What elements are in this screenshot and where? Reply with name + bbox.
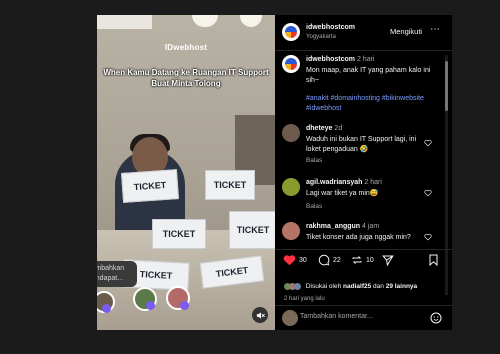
caption-time: 2 hari bbox=[356, 56, 375, 63]
comment-author[interactable]: agil.wadriansyah bbox=[306, 179, 362, 186]
caption-hashtags[interactable]: #anakit #domainhosting #bikinwebsite #id… bbox=[306, 94, 436, 113]
speaker-muted-icon bbox=[256, 311, 265, 319]
like-comment-icon[interactable] bbox=[424, 139, 432, 147]
reply-button[interactable]: Balas bbox=[306, 157, 322, 164]
comment-text: Tiket konser ada juga nggak min? bbox=[306, 234, 411, 241]
air-conditioner bbox=[97, 15, 152, 29]
comment-bubble-icon bbox=[318, 254, 330, 266]
add-opinion-tooltip: Tambahkan pendapat... bbox=[97, 261, 137, 287]
reaction-badge bbox=[180, 301, 189, 310]
comment-author[interactable]: rakhma_anggun bbox=[306, 223, 360, 230]
mute-button[interactable] bbox=[252, 307, 268, 323]
save-button[interactable] bbox=[428, 254, 439, 266]
like-comment-icon[interactable] bbox=[424, 189, 432, 197]
reaction-badge bbox=[146, 301, 155, 310]
post-location[interactable]: Yogyakarta bbox=[306, 34, 336, 40]
commenter-avatar[interactable] bbox=[282, 178, 300, 196]
comment-time: 2d bbox=[334, 125, 343, 132]
comment-text: Lagi war tiket ya min😅 bbox=[306, 190, 379, 197]
comment-count: 22 bbox=[333, 256, 341, 264]
reply-button[interactable]: Balas bbox=[306, 203, 322, 210]
ticket-card: TICKET bbox=[229, 211, 275, 249]
brand-logo-icon bbox=[285, 26, 297, 38]
repost-icon bbox=[352, 256, 362, 264]
post-modal: TICKET TICKET TICKET TICKET TICKET TICKE… bbox=[97, 15, 452, 330]
liked-by-joiner: dan bbox=[373, 283, 384, 291]
account-avatar[interactable] bbox=[282, 23, 300, 41]
post-video[interactable]: TICKET TICKET TICKET TICKET TICKET TICKE… bbox=[97, 15, 275, 330]
liked-by-others[interactable]: 29 lainnya bbox=[386, 283, 417, 290]
comment-header: dheteye 2d bbox=[306, 125, 342, 132]
like-count: 30 bbox=[299, 256, 307, 264]
reaction-badge bbox=[102, 304, 111, 313]
video-caption: When Kamu Datang ke Ruangan IT Support B… bbox=[103, 68, 269, 88]
brand-logo-icon bbox=[285, 58, 297, 70]
comment-button[interactable]: 22 bbox=[318, 254, 341, 266]
comment-header: rakhma_anggun 4 jam bbox=[306, 223, 379, 230]
post-sidebar: idwebhostcom Yogyakarta Mengikuti ⋯ idwe… bbox=[275, 15, 452, 330]
commenter-avatar[interactable] bbox=[282, 124, 300, 142]
commenter-avatar[interactable] bbox=[282, 222, 300, 240]
comment-header: agil.wadriansyah 2 hari bbox=[306, 179, 382, 186]
repost-button[interactable]: 10 bbox=[351, 254, 374, 266]
caption-author-name[interactable]: idwebhostcom bbox=[306, 56, 355, 63]
current-user-avatar bbox=[282, 310, 298, 326]
more-options-button[interactable]: ⋯ bbox=[430, 24, 440, 35]
post-header: idwebhostcom Yogyakarta Mengikuti ⋯ bbox=[275, 15, 452, 51]
repost-count: 10 bbox=[366, 256, 374, 264]
send-icon bbox=[382, 255, 394, 266]
heart-filled-icon bbox=[283, 255, 296, 266]
comment-input[interactable]: Tambahkan komentar... bbox=[300, 313, 373, 320]
comment-time: 2 hari bbox=[364, 179, 382, 186]
post-date[interactable]: 2 hari yang lalu bbox=[284, 296, 325, 302]
like-comment-icon[interactable] bbox=[424, 233, 432, 241]
bookmark-icon bbox=[429, 254, 438, 266]
ticket-card: TICKET bbox=[152, 219, 206, 249]
video-watermark-logo: IDwebhost bbox=[164, 43, 208, 52]
liker-avatar bbox=[294, 283, 301, 290]
ticket-card: TICKET bbox=[121, 169, 179, 203]
caption-author-avatar[interactable] bbox=[282, 55, 300, 73]
comment-composer: Tambahkan komentar... bbox=[275, 305, 452, 331]
account-name[interactable]: idwebhostcom bbox=[306, 24, 355, 31]
caption-text: Mon maap, anak IT yang paham kalo ini si… bbox=[306, 67, 431, 84]
comment-text: Waduh ini bukan IT Support lagi, ini lok… bbox=[306, 136, 417, 153]
comment-time: 4 jam bbox=[362, 223, 380, 230]
following-button[interactable]: Mengikuti bbox=[390, 27, 422, 36]
share-button[interactable] bbox=[382, 254, 394, 266]
liked-by-user[interactable]: nadialf25 bbox=[343, 283, 371, 290]
emoji-icon[interactable] bbox=[430, 312, 442, 324]
ticket-card: TICKET bbox=[205, 170, 255, 200]
comment-author[interactable]: dheteye bbox=[306, 125, 332, 132]
liked-by-line: Disukai oleh nadialf25 dan 29 lainnya bbox=[284, 283, 417, 290]
caption-header: idwebhostcom 2 hari bbox=[306, 56, 374, 63]
like-button[interactable]: 30 bbox=[283, 254, 307, 266]
liked-by-prefix: Disukai oleh bbox=[305, 283, 342, 291]
